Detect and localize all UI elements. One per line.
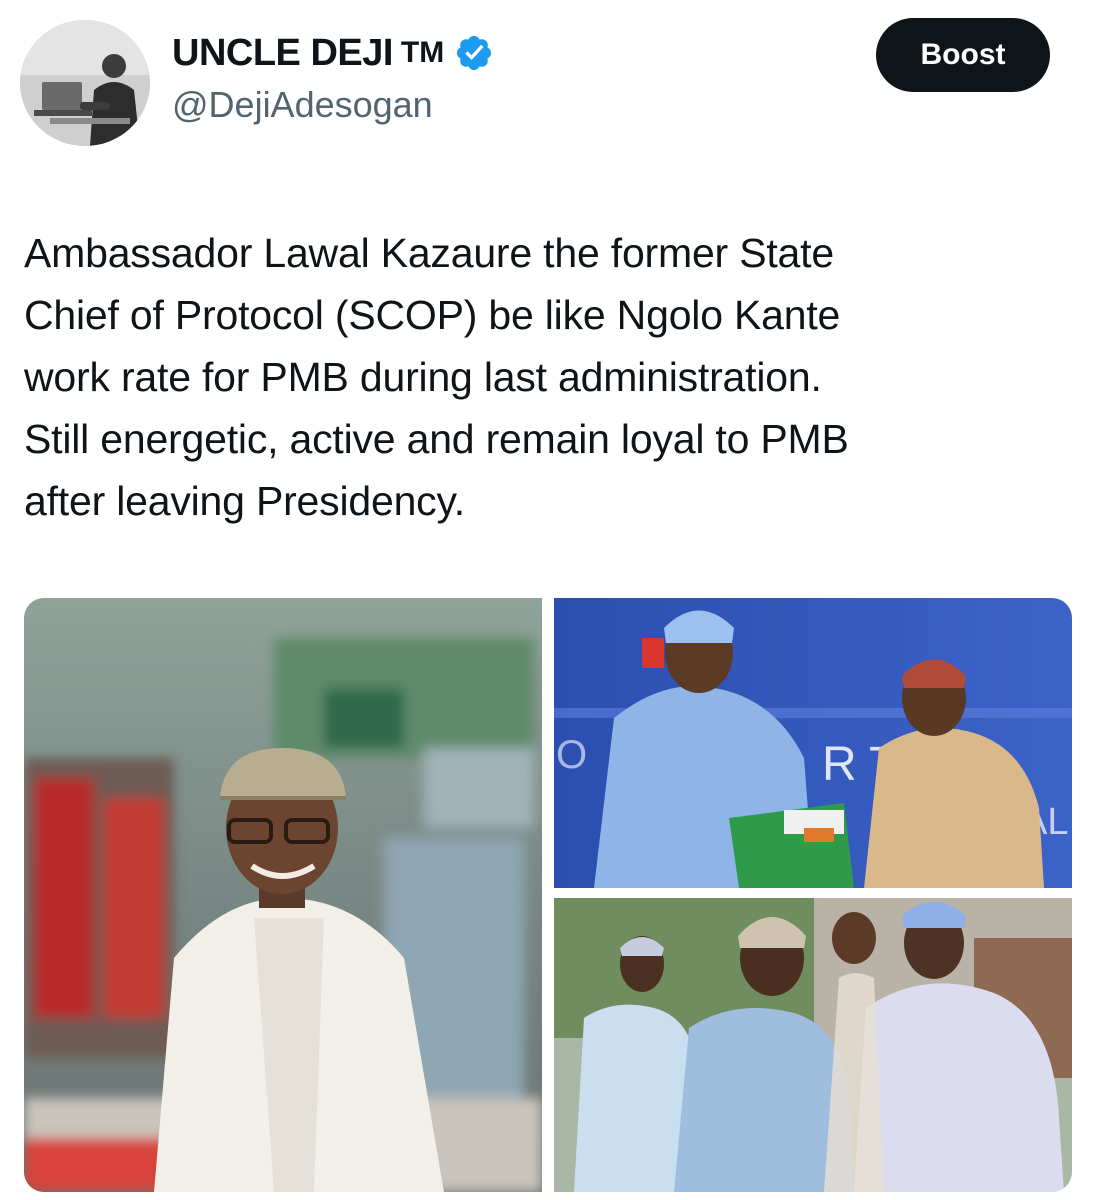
tweet-text-line: work rate for PMB during last administra…: [24, 354, 822, 400]
tweet-text-line: Chief of Protocol (SCOP) be like Ngolo K…: [24, 292, 841, 338]
display-name-row: UNCLE DEJI TM: [172, 28, 494, 78]
tweet-text-line: Still energetic, active and remain loyal…: [24, 416, 849, 462]
tweet-text-line: after leaving Presidency.: [24, 478, 465, 524]
photo-smiling-man-white-kaftan[interactable]: [24, 598, 542, 1192]
avatar[interactable]: [20, 20, 150, 146]
avatar-image: [20, 20, 150, 146]
verified-badge-icon: [454, 33, 494, 73]
boost-button[interactable]: Boost: [876, 18, 1050, 92]
trademark-symbol: TM: [400, 36, 445, 69]
tweet-text: Ambassador Lawal Kazaure the former Stat…: [24, 222, 1024, 532]
user-handle[interactable]: @DejiAdesogan: [172, 84, 433, 126]
photo-award-presentation[interactable]: R THE O AL: [554, 598, 1072, 888]
display-name[interactable]: UNCLE DEJI: [172, 32, 393, 75]
photo-group-walking[interactable]: [554, 898, 1072, 1192]
tweet-text-line: Ambassador Lawal Kazaure the former Stat…: [24, 230, 834, 276]
media-grid: R THE O AL: [24, 598, 1072, 1192]
banner-text-fragment-left: O: [556, 733, 587, 777]
